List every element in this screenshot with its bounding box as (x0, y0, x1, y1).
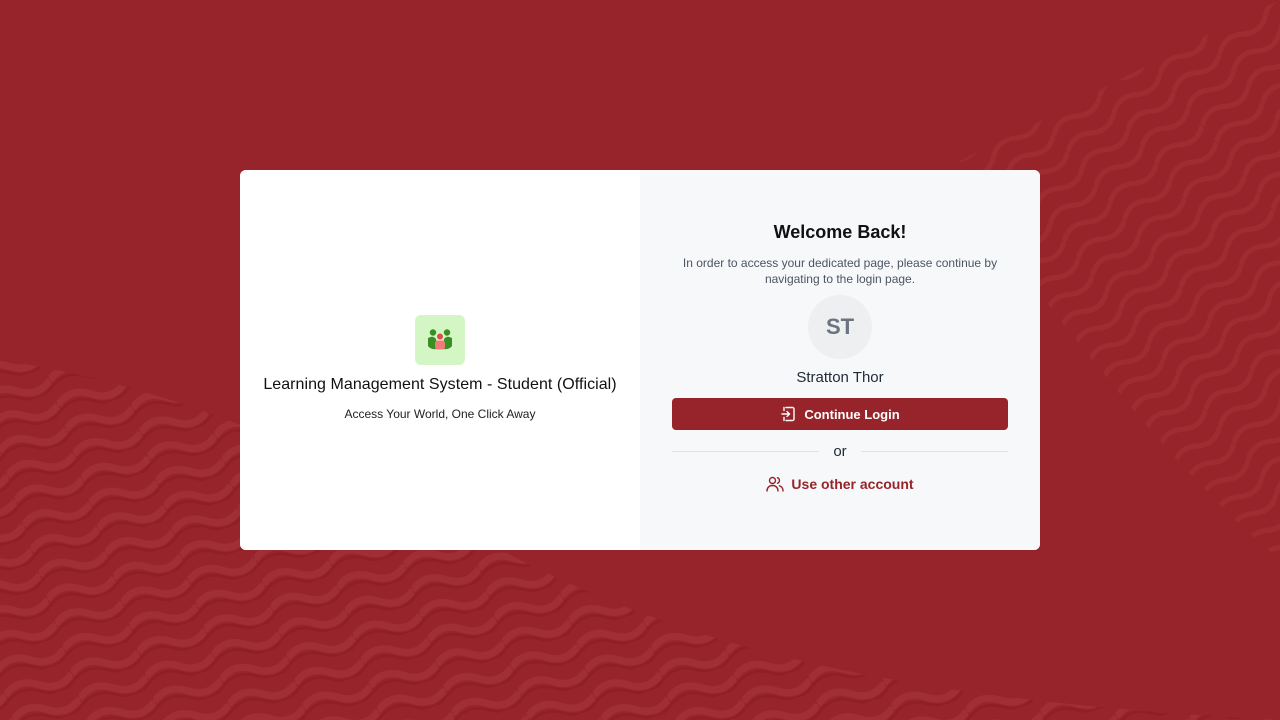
continue-login-button[interactable]: Continue Login (672, 398, 1008, 430)
divider-line-left (672, 450, 820, 452)
brand-panel: Learning Management System - Student (Of… (240, 170, 640, 550)
login-panel: Welcome Back! In order to access your de… (640, 170, 1040, 550)
use-other-account-label: Use other account (791, 476, 914, 492)
user-avatar: ST (808, 295, 872, 359)
app-logo (415, 315, 465, 365)
app-title: Learning Management System - Student (Of… (263, 376, 617, 393)
divider-line-right (860, 450, 1008, 452)
user-name: Stratton Thor (796, 369, 884, 386)
login-description: In order to access your dedicated page, … (682, 256, 998, 286)
login-enter-icon (780, 406, 796, 422)
use-other-account-link[interactable]: Use other account (640, 475, 1040, 493)
users-icon (766, 475, 785, 493)
app-tagline: Access Your World, One Click Away (344, 407, 536, 421)
or-divider: or (672, 442, 1008, 460)
continue-login-label: Continue Login (804, 406, 900, 422)
welcome-heading: Welcome Back! (773, 222, 907, 242)
divider-text: or (833, 442, 847, 460)
students-group-icon (425, 325, 455, 355)
login-card: Learning Management System - Student (Of… (240, 170, 1040, 550)
